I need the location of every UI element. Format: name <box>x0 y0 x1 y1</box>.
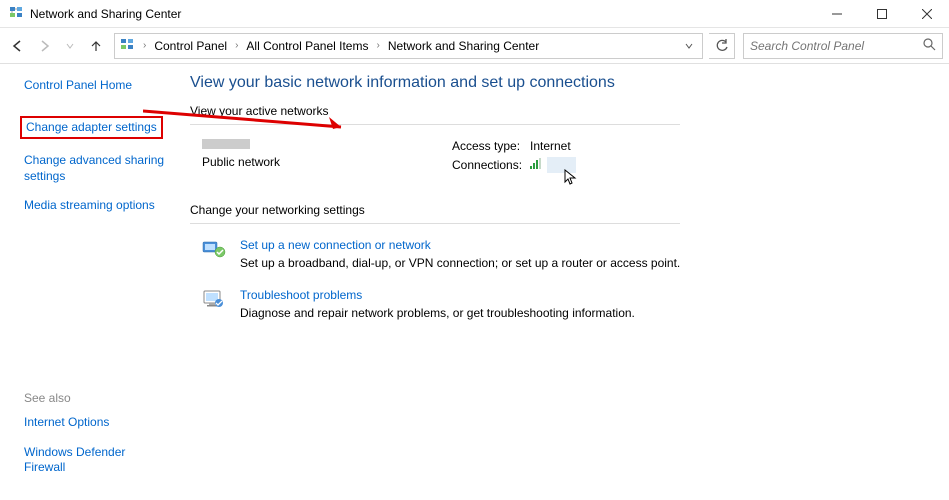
minimize-button[interactable] <box>814 0 859 28</box>
breadcrumb-dropdown[interactable] <box>680 42 698 50</box>
see-also-label: See also <box>24 391 168 405</box>
breadcrumb[interactable]: › Control Panel › All Control Panel Item… <box>114 33 703 59</box>
chevron-right-icon: › <box>376 40 379 51</box>
setup-connection-icon <box>202 238 226 262</box>
breadcrumb-part[interactable]: All Control Panel Items <box>242 37 372 55</box>
search-icon <box>923 38 936 54</box>
back-button[interactable] <box>6 34 30 58</box>
window-title: Network and Sharing Center <box>30 7 814 21</box>
windows-firewall-link[interactable]: Windows Defender Firewall <box>24 445 168 476</box>
control-panel-home-link[interactable]: Control Panel Home <box>24 78 168 94</box>
titlebar: Network and Sharing Center <box>0 0 949 28</box>
access-type-value: Internet <box>530 139 571 153</box>
divider <box>190 124 680 125</box>
up-button[interactable] <box>84 34 108 58</box>
network-type: Public network <box>202 155 452 169</box>
window-controls <box>814 0 949 28</box>
refresh-button[interactable] <box>709 33 735 59</box>
app-icon <box>8 4 24 23</box>
troubleshoot-icon <box>202 288 226 312</box>
internet-options-link[interactable]: Internet Options <box>24 415 168 431</box>
maximize-button[interactable] <box>859 0 904 28</box>
networking-settings-label: Change your networking settings <box>190 203 929 217</box>
access-type-label: Access type: <box>452 139 530 153</box>
change-adapter-settings-link[interactable]: Change adapter settings <box>20 116 163 140</box>
setup-connection-desc: Set up a broadband, dial-up, or VPN conn… <box>240 256 680 270</box>
search-box[interactable] <box>743 33 943 59</box>
search-input[interactable] <box>750 39 923 53</box>
breadcrumb-part[interactable]: Network and Sharing Center <box>384 37 543 55</box>
page-heading: View your basic network information and … <box>190 74 929 92</box>
content-area: Control Panel Home Change adapter settin… <box>0 64 949 500</box>
navbar: › Control Panel › All Control Panel Item… <box>0 28 949 64</box>
setup-connection-row: Set up a new connection or network Set u… <box>202 238 929 270</box>
chevron-right-icon: › <box>143 40 146 51</box>
recent-dropdown[interactable] <box>58 34 82 58</box>
forward-button[interactable] <box>32 34 56 58</box>
change-advanced-sharing-link[interactable]: Change advanced sharing settings <box>24 153 168 184</box>
network-name-redacted <box>202 139 250 149</box>
main-panel: View your basic network information and … <box>178 64 949 500</box>
chevron-right-icon: › <box>235 40 238 51</box>
setup-connection-link[interactable]: Set up a new connection or network <box>240 238 680 252</box>
troubleshoot-link[interactable]: Troubleshoot problems <box>240 288 635 302</box>
sidebar: Control Panel Home Change adapter settin… <box>0 64 178 500</box>
divider <box>190 223 680 224</box>
connections-label: Connections: <box>452 158 530 172</box>
breadcrumb-part[interactable]: Control Panel <box>150 37 231 55</box>
breadcrumb-icon <box>119 36 135 55</box>
media-streaming-link[interactable]: Media streaming options <box>24 198 168 214</box>
close-button[interactable] <box>904 0 949 28</box>
active-network-row: Public network Access type: Internet Con… <box>202 139 929 177</box>
active-networks-label: View your active networks <box>190 104 929 118</box>
troubleshoot-row: Troubleshoot problems Diagnose and repai… <box>202 288 929 320</box>
connection-link[interactable] <box>547 157 576 173</box>
troubleshoot-desc: Diagnose and repair network problems, or… <box>240 306 635 320</box>
wifi-signal-icon <box>530 158 543 172</box>
